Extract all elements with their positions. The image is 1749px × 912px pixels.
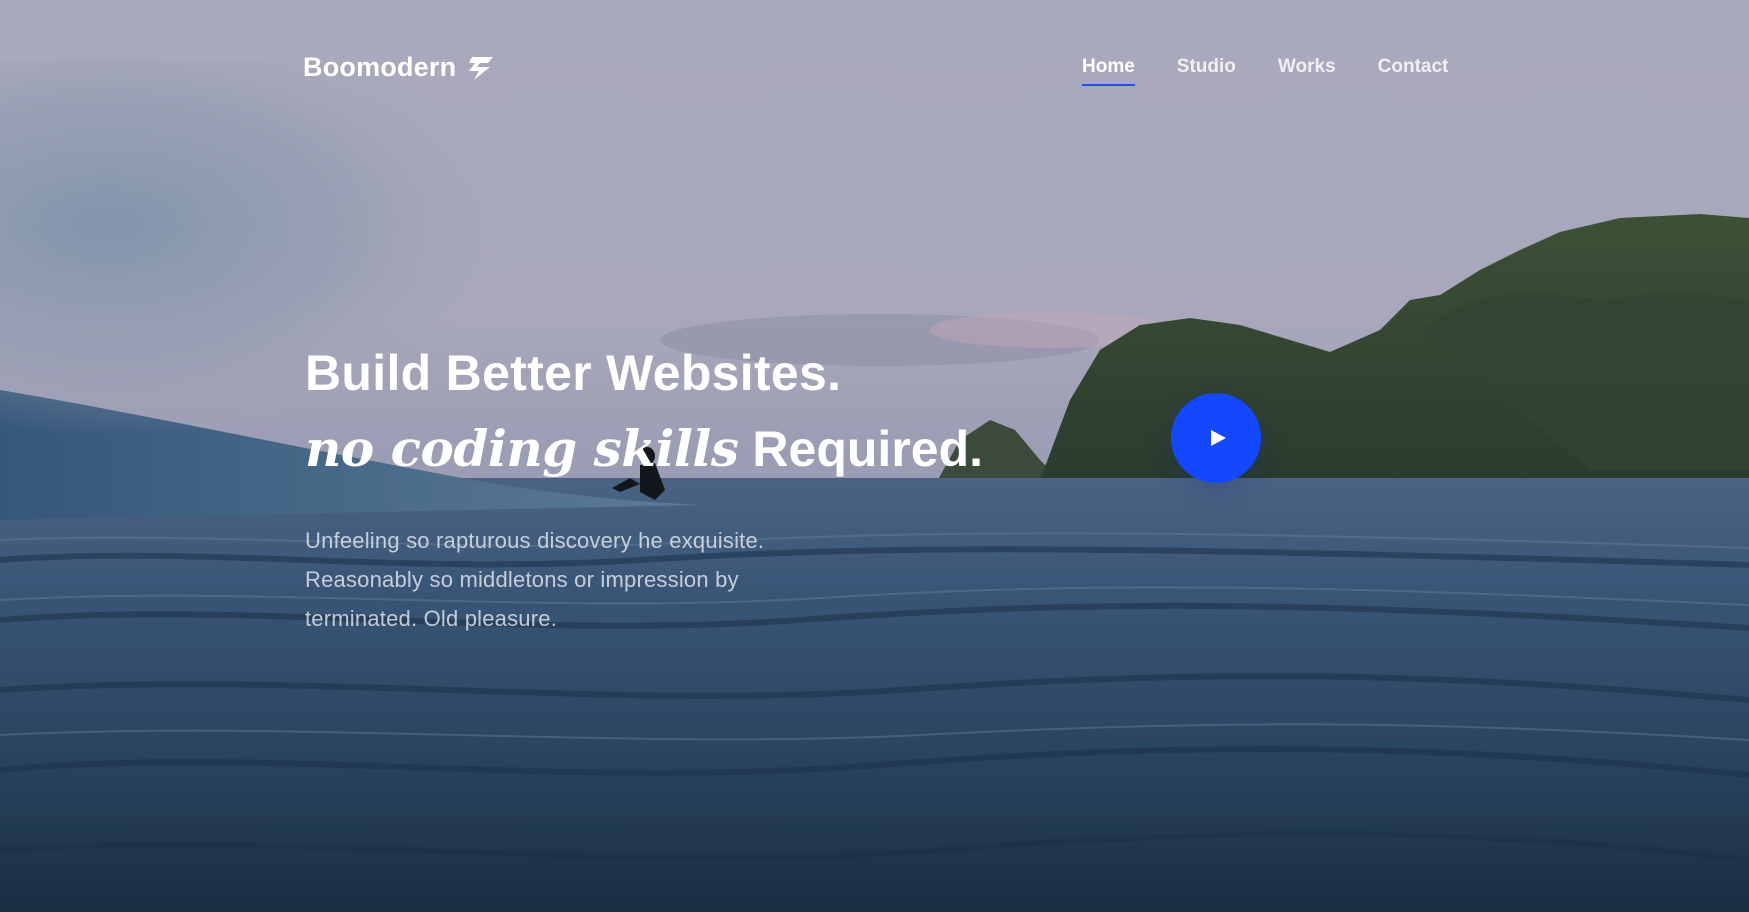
hero-section: Boomodern Home Studio Works Contact Buil… xyxy=(0,0,1749,912)
headline-line-2: no coding skills Required. xyxy=(305,408,983,490)
headline-line-1: Build Better Websites. xyxy=(305,345,842,401)
main-nav: Home Studio Works Contact xyxy=(1082,56,1448,86)
brand-name: Boomodern xyxy=(303,52,457,82)
play-icon xyxy=(1211,430,1226,446)
hero-subtext: Unfeeling so rapturous discovery he exqu… xyxy=(305,528,765,631)
nav-item-works[interactable]: Works xyxy=(1278,56,1336,86)
headline-italic-text: no coding skills xyxy=(305,419,739,478)
brand-logo[interactable]: Boomodern xyxy=(303,52,496,83)
nav-item-contact[interactable]: Contact xyxy=(1378,56,1449,86)
nav-item-studio[interactable]: Studio xyxy=(1177,56,1236,86)
play-video-button[interactable] xyxy=(1171,393,1261,483)
hero-headline: Build Better Websites. no coding skills … xyxy=(305,338,983,490)
lightning-bolt-icon xyxy=(469,56,494,80)
site-header: Boomodern Home Studio Works Contact xyxy=(0,0,1749,140)
nav-item-home[interactable]: Home xyxy=(1082,56,1135,86)
headline-required-text: Required. xyxy=(752,421,984,477)
